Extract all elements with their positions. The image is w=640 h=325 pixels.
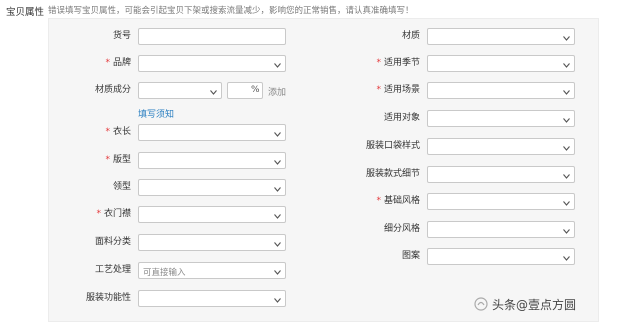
field-left-4-label: * 版型 xyxy=(105,155,131,166)
field-left-0-input[interactable] xyxy=(138,28,286,45)
chevron-down-icon xyxy=(210,88,217,95)
chevron-down-icon xyxy=(274,296,281,303)
warning-hint: 错误填写宝贝属性，可能会引起宝贝下架或搜索流量减少，影响您的正常销售，请认真准确… xyxy=(48,6,414,16)
field-right-4-select[interactable] xyxy=(427,138,575,155)
field-right-8-label-text: 图案 xyxy=(401,251,420,261)
field-left-8-label-text: 工艺处理 xyxy=(94,265,131,275)
field-left-5-label: 领型 xyxy=(113,182,131,193)
field-right-6-select[interactable] xyxy=(427,193,575,210)
field-right-8-label: 图案 xyxy=(402,251,420,262)
field-right-3-select[interactable] xyxy=(427,110,575,127)
field-right-3-label-text: 适用对象 xyxy=(383,113,420,123)
field-right-1-select[interactable] xyxy=(427,55,575,72)
field-right-4-label-text: 服装口袋样式 xyxy=(365,141,420,151)
chevron-down-icon xyxy=(563,88,570,95)
field-left-9-select[interactable] xyxy=(138,290,286,307)
field-left-6-select[interactable] xyxy=(138,206,286,223)
field-right-1-label-text: 适用季节 xyxy=(383,58,420,68)
field-left-3-label-text: 衣长 xyxy=(112,127,131,137)
field-right-7-label-text: 细分风格 xyxy=(383,224,420,234)
help-link[interactable]: 填写须知 xyxy=(138,107,174,120)
field-right-2-label: * 适用场景 xyxy=(376,85,420,96)
field-right-7-label: 细分风格 xyxy=(384,224,420,235)
chevron-down-icon xyxy=(274,158,281,165)
field-left-7-label-text: 面料分类 xyxy=(94,237,131,247)
field-left-8-select-placeholder: 可直接输入 xyxy=(143,268,186,278)
field-left-9-label-text: 服装功能性 xyxy=(85,293,131,303)
field-right-3-label: 适用对象 xyxy=(384,113,420,124)
required-asterisk: * xyxy=(105,58,110,68)
chevron-down-icon xyxy=(563,144,570,151)
field-left-0-label-text: 货号 xyxy=(112,31,131,41)
field-left-5-label-text: 领型 xyxy=(112,182,131,192)
chevron-down-icon xyxy=(274,212,281,219)
field-right-7-select[interactable] xyxy=(427,221,575,238)
field-right-2-select[interactable] xyxy=(427,82,575,99)
field-left-6-label-text: 衣门襟 xyxy=(103,209,131,219)
chevron-down-icon xyxy=(563,227,570,234)
field-left-3-label: * 衣长 xyxy=(105,127,131,138)
field-left-1-label: * 品牌 xyxy=(105,58,131,69)
field-left-2-label-text: 材质成分 xyxy=(94,85,131,95)
field-right-0-label-text: 材质 xyxy=(401,31,420,41)
chevron-down-icon xyxy=(274,61,281,68)
field-left-8-select[interactable]: 可直接输入 xyxy=(138,262,286,279)
field-right-4-label: 服装口袋样式 xyxy=(366,141,420,152)
watermark: 头条@壹点方圆 xyxy=(492,298,577,312)
chevron-down-icon xyxy=(274,185,281,192)
chevron-down-icon xyxy=(274,130,281,137)
field-right-8-select[interactable] xyxy=(427,248,575,265)
field-right-0-select[interactable] xyxy=(427,28,575,45)
chevron-down-icon xyxy=(563,199,570,206)
field-left-6-label: * 衣门襟 xyxy=(96,209,131,220)
add-composition-link[interactable]: 添加 xyxy=(268,85,286,98)
required-asterisk: * xyxy=(376,196,381,206)
field-left-9-label: 服装功能性 xyxy=(86,293,131,304)
field-left-2-label: 材质成分 xyxy=(95,85,131,96)
chevron-down-icon xyxy=(563,61,570,68)
chevron-down-icon xyxy=(563,172,570,179)
required-asterisk: * xyxy=(105,155,110,165)
chevron-down-icon xyxy=(563,34,570,41)
field-right-2-label-text: 适用场景 xyxy=(383,85,420,95)
field-right-0-label: 材质 xyxy=(402,31,420,42)
chevron-down-icon xyxy=(563,116,570,123)
required-asterisk: * xyxy=(96,209,101,219)
section-title: 宝贝属性 xyxy=(6,7,45,18)
field-right-6-label-text: 基础风格 xyxy=(383,196,420,206)
required-asterisk: * xyxy=(376,85,381,95)
required-asterisk: * xyxy=(105,127,110,137)
field-left-5-select[interactable] xyxy=(138,179,286,196)
chevron-down-icon xyxy=(274,268,281,275)
chevron-down-icon xyxy=(563,254,570,261)
chevron-down-icon xyxy=(274,240,281,247)
field-right-5-label-text: 服装款式细节 xyxy=(365,169,420,179)
field-left-7-select[interactable] xyxy=(138,234,286,251)
field-left-1-label-text: 品牌 xyxy=(112,58,131,68)
required-asterisk: * xyxy=(376,58,381,68)
field-right-5-select[interactable] xyxy=(427,166,575,183)
field-left-0-label: 货号 xyxy=(113,31,131,42)
field-right-1-label: * 适用季节 xyxy=(376,58,420,69)
field-right-6-label: * 基础风格 xyxy=(376,196,420,207)
field-left-2-select[interactable] xyxy=(138,82,222,99)
field-left-4-select[interactable] xyxy=(138,152,286,169)
field-left-1-select[interactable] xyxy=(138,55,286,72)
field-left-3-select[interactable] xyxy=(138,124,286,141)
field-left-7-label: 面料分类 xyxy=(95,237,131,248)
toutiao-logo-icon xyxy=(474,297,488,311)
field-left-8-label: 工艺处理 xyxy=(95,265,131,276)
field-right-5-label: 服装款式细节 xyxy=(366,169,420,180)
percent-unit: % xyxy=(251,85,260,95)
field-left-4-label-text: 版型 xyxy=(112,155,131,165)
